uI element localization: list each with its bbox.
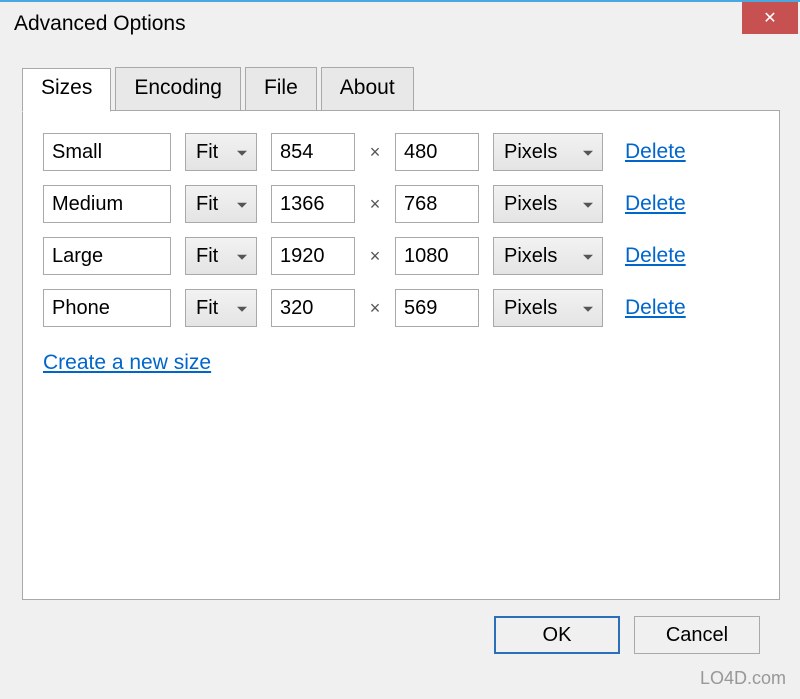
tab-encoding[interactable]: Encoding bbox=[115, 67, 241, 111]
unit-select[interactable]: Pixels bbox=[493, 289, 603, 327]
delete-link[interactable]: Delete bbox=[625, 244, 686, 268]
height-input[interactable] bbox=[395, 133, 479, 171]
cancel-button[interactable]: Cancel bbox=[634, 616, 760, 654]
height-input[interactable] bbox=[395, 237, 479, 275]
width-input[interactable] bbox=[271, 133, 355, 171]
fit-select[interactable]: Fit bbox=[185, 133, 257, 171]
height-input[interactable] bbox=[395, 289, 479, 327]
close-button[interactable]: ✕ bbox=[742, 2, 798, 34]
times-symbol: × bbox=[369, 142, 381, 163]
width-input[interactable] bbox=[271, 289, 355, 327]
size-name-input[interactable] bbox=[43, 237, 171, 275]
unit-select[interactable]: Pixels bbox=[493, 237, 603, 275]
size-name-input[interactable] bbox=[43, 289, 171, 327]
width-input[interactable] bbox=[271, 237, 355, 275]
size-row: Fit × Pixels Delete bbox=[43, 289, 759, 327]
ok-button[interactable]: OK bbox=[494, 616, 620, 654]
tab-strip: Sizes Encoding File About bbox=[22, 66, 780, 110]
tab-file[interactable]: File bbox=[245, 67, 317, 111]
dialog-buttons: OK Cancel bbox=[22, 600, 780, 654]
content-area: Sizes Encoding File About Fit × Pixels D… bbox=[0, 46, 800, 654]
width-input[interactable] bbox=[271, 185, 355, 223]
size-name-input[interactable] bbox=[43, 185, 171, 223]
dialog-window: Advanced Options ✕ Sizes Encoding File A… bbox=[0, 0, 800, 699]
fit-select[interactable]: Fit bbox=[185, 237, 257, 275]
size-row: Fit × Pixels Delete bbox=[43, 133, 759, 171]
times-symbol: × bbox=[369, 298, 381, 319]
fit-select[interactable]: Fit bbox=[185, 289, 257, 327]
close-icon: ✕ bbox=[763, 8, 776, 28]
size-row: Fit × Pixels Delete bbox=[43, 185, 759, 223]
size-name-input[interactable] bbox=[43, 133, 171, 171]
delete-link[interactable]: Delete bbox=[625, 140, 686, 164]
height-input[interactable] bbox=[395, 185, 479, 223]
titlebar: Advanced Options ✕ bbox=[0, 2, 800, 46]
times-symbol: × bbox=[369, 194, 381, 215]
fit-select[interactable]: Fit bbox=[185, 185, 257, 223]
unit-select[interactable]: Pixels bbox=[493, 133, 603, 171]
tab-sizes[interactable]: Sizes bbox=[22, 68, 111, 112]
tab-about[interactable]: About bbox=[321, 67, 414, 111]
times-symbol: × bbox=[369, 246, 381, 267]
sizes-panel: Fit × Pixels Delete Fit × Pixels Delete … bbox=[22, 110, 780, 600]
create-new-size-link[interactable]: Create a new size bbox=[43, 351, 211, 375]
delete-link[interactable]: Delete bbox=[625, 192, 686, 216]
window-title: Advanced Options bbox=[14, 12, 186, 36]
delete-link[interactable]: Delete bbox=[625, 296, 686, 320]
size-row: Fit × Pixels Delete bbox=[43, 237, 759, 275]
unit-select[interactable]: Pixels bbox=[493, 185, 603, 223]
